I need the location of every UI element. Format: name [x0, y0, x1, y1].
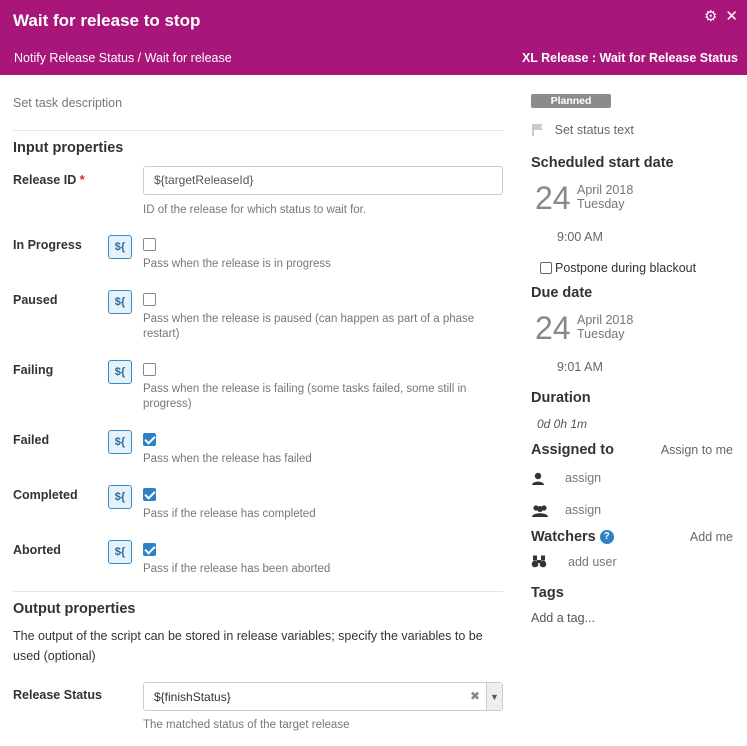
header-actions: ⚙ ✕ — [704, 9, 738, 25]
user-icon — [532, 472, 544, 485]
clear-icon[interactable]: ✖ — [470, 689, 480, 703]
scheduled-start-month-year[interactable]: April 2018 — [577, 183, 633, 197]
flag-icon — [532, 124, 543, 136]
completed-variable-button[interactable]: ${ — [108, 485, 132, 509]
duration-title: Duration — [531, 390, 591, 406]
assign-to-me-link[interactable]: Assign to me — [661, 443, 733, 457]
aborted-checkbox[interactable] — [143, 543, 156, 556]
task-type: XL Release : Wait for Release Status — [521, 51, 738, 65]
watchers-title-text: Watchers — [531, 529, 596, 545]
paused-checkbox[interactable] — [143, 293, 156, 306]
assign-user-placeholder[interactable]: assign — [565, 471, 601, 485]
output-description: The output of the script can be stored i… — [13, 629, 483, 663]
completed-help: Pass if the release has completed — [143, 508, 316, 520]
status-text-placeholder: Set status text — [554, 123, 634, 137]
help-icon[interactable]: ? — [599, 530, 614, 544]
gear-icon[interactable]: ⚙ — [704, 9, 717, 25]
postpone-checkbox[interactable] — [540, 262, 552, 274]
in-progress-checkbox[interactable] — [143, 238, 156, 251]
required-mark: * — [79, 173, 85, 187]
status-text-row[interactable]: Set status text — [531, 122, 634, 137]
release-id-label: Release ID * — [13, 173, 85, 187]
paused-variable-button[interactable]: ${ — [108, 290, 132, 314]
team-icon — [532, 505, 548, 517]
due-date-day[interactable]: 24 — [535, 310, 571, 347]
add-watcher-input[interactable]: add user — [568, 555, 617, 569]
due-date-weekday: Tuesday — [577, 327, 625, 341]
assign-team-placeholder[interactable]: assign — [565, 503, 601, 517]
failed-checkbox[interactable] — [143, 433, 156, 446]
release-id-input[interactable]: ${targetReleaseId} — [143, 166, 503, 195]
scheduled-start-time[interactable]: 9:00 AM — [557, 230, 603, 244]
add-me-link[interactable]: Add me — [690, 530, 733, 544]
failed-help: Pass when the release has failed — [143, 453, 312, 465]
close-icon[interactable]: ✕ — [725, 9, 738, 25]
status-badge: Planned — [531, 94, 611, 108]
task-header: Wait for release to stop ⚙ ✕ Notify Rele… — [0, 0, 747, 75]
add-tag-input[interactable]: Add a tag... — [531, 611, 595, 625]
completed-label: Completed — [13, 488, 78, 502]
paused-label: Paused — [13, 293, 58, 307]
due-date-month-year[interactable]: April 2018 — [577, 313, 633, 327]
aborted-label: Aborted — [13, 543, 61, 557]
failing-help: Pass when the release is failing (some t… — [143, 383, 467, 410]
divider — [13, 591, 503, 592]
release-status-value: ${finishStatus} — [154, 690, 231, 704]
due-date-time[interactable]: 9:01 AM — [557, 360, 603, 374]
scheduled-start-weekday: Tuesday — [577, 197, 625, 211]
task-title[interactable]: Wait for release to stop — [13, 11, 200, 31]
in-progress-help: Pass when the release is in progress — [143, 258, 331, 270]
failing-label: Failing — [13, 363, 54, 377]
scheduled-start-day[interactable]: 24 — [535, 180, 571, 217]
divider — [13, 130, 503, 131]
postpone-label: Postpone during blackout — [555, 261, 697, 275]
scheduled-start-title: Scheduled start date — [531, 155, 674, 171]
watchers-title: Watchers? — [531, 529, 614, 545]
in-progress-label: In Progress — [13, 238, 82, 252]
release-id-label-text: Release ID — [13, 173, 77, 187]
paused-help: Pass when the release is paused (can hap… — [143, 313, 475, 340]
failing-variable-button[interactable]: ${ — [108, 360, 132, 384]
chevron-down-icon[interactable]: ▼ — [486, 683, 502, 710]
release-status-label: Release Status — [13, 688, 102, 702]
failed-label: Failed — [13, 433, 50, 447]
failed-variable-button[interactable]: ${ — [108, 430, 132, 454]
release-status-select[interactable]: ${finishStatus} ✖ ▼ — [143, 682, 503, 711]
aborted-help: Pass if the release has been aborted — [143, 563, 331, 575]
in-progress-variable-button[interactable]: ${ — [108, 235, 132, 259]
aborted-variable-button[interactable]: ${ — [108, 540, 132, 564]
binoculars-icon — [531, 555, 547, 568]
tags-title: Tags — [531, 585, 564, 601]
task-description-field[interactable]: Set task description — [13, 96, 122, 110]
completed-checkbox[interactable] — [143, 488, 156, 501]
assigned-to-title: Assigned to — [531, 442, 614, 458]
due-date-title: Due date — [531, 285, 593, 301]
output-properties-title: Output properties — [13, 601, 136, 617]
breadcrumb: Notify Release Status / Wait for release — [14, 51, 232, 65]
release-id-help: ID of the release for which status to wa… — [143, 204, 367, 216]
release-status-help: The matched status of the target release — [143, 719, 350, 731]
failing-checkbox[interactable] — [143, 363, 156, 376]
input-properties-title: Input properties — [13, 140, 124, 156]
duration-value[interactable]: 0d 0h 1m — [537, 417, 587, 431]
